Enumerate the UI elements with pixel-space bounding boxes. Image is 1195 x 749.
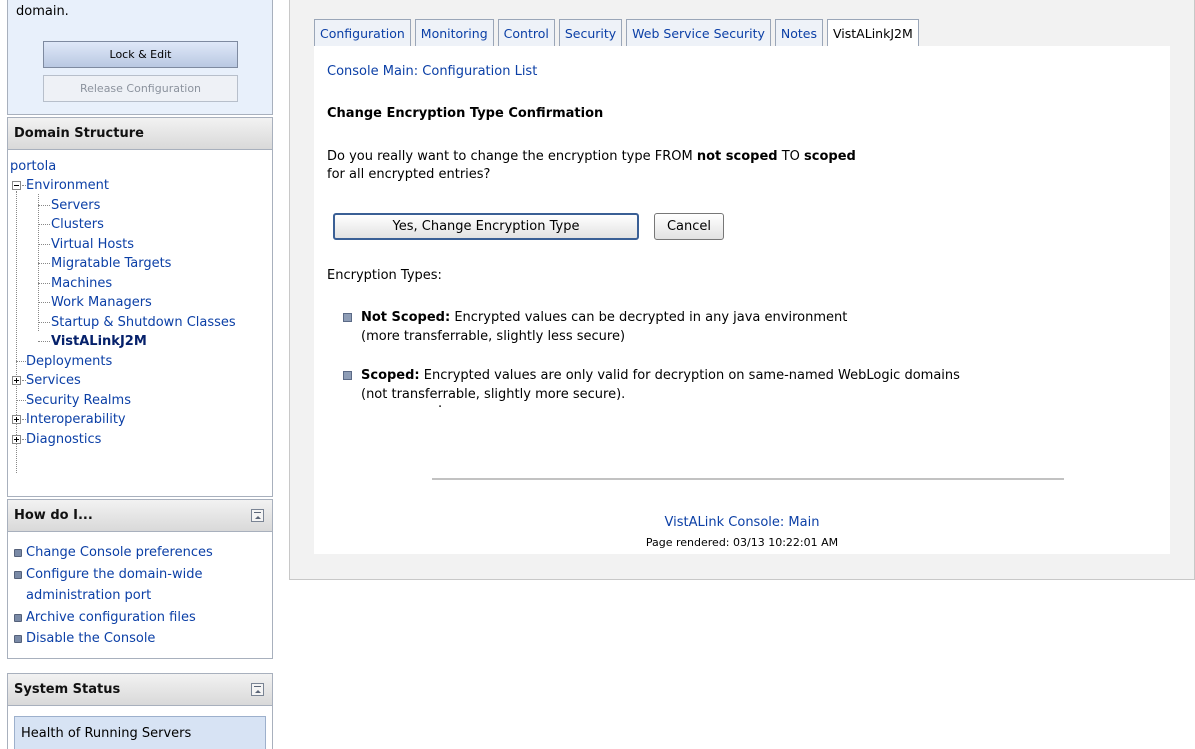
breadcrumb-link[interactable]: Console Main: Configuration List: [327, 64, 537, 79]
tree-item-servers[interactable]: Servers: [51, 198, 100, 214]
tree-connector: [38, 205, 50, 206]
collapse-system-status-icon[interactable]: [251, 683, 264, 696]
sidebar: domain. Lock & Edit Release Configuratio…: [7, 0, 273, 749]
vistalink-console-main-link: VistALink Console: Main: [314, 515, 1170, 530]
release-configuration-button[interactable]: Release Configuration: [43, 75, 238, 102]
main-area: Configuration Monitoring Control Securit…: [289, 0, 1195, 580]
tree-connector: [38, 302, 50, 303]
question-text: Do you really want to change the encrypt…: [327, 149, 697, 164]
not-scoped-note: (more transferrable, slightly less secur…: [361, 329, 626, 344]
system-status-title: System Status: [14, 682, 121, 697]
expand-diagnostics-icon[interactable]: [12, 435, 21, 444]
tree-item-startup-shutdown-classes[interactable]: Startup & Shutdown Classes: [51, 315, 236, 331]
tab-notes[interactable]: Notes: [774, 19, 824, 46]
collapse-how-do-i-icon[interactable]: [251, 509, 264, 522]
question-to: scoped: [804, 149, 856, 164]
how-do-i-link-label: Configure the domain-wide: [26, 566, 203, 582]
cancel-button[interactable]: Cancel: [654, 213, 724, 240]
footer-link-text[interactable]: VistALink Console: Main: [665, 515, 820, 530]
bullet-icon: [14, 549, 22, 557]
scoped-desc: Encrypted values are only valid for decr…: [419, 368, 960, 383]
health-of-running-servers: Health of Running Servers: [14, 716, 266, 749]
bullet-icon: [14, 570, 22, 579]
tree-connector: [38, 224, 50, 225]
bullet-icon: [14, 613, 22, 622]
tree-item-migratable-targets[interactable]: Migratable Targets: [51, 256, 171, 272]
domain-tree: portola Environment Servers Clusters Vir…: [8, 150, 272, 496]
domain-structure-header: Domain Structure: [8, 118, 272, 150]
tab-control[interactable]: Control: [497, 19, 555, 46]
tree-item-clusters[interactable]: Clusters: [51, 217, 104, 233]
tree-connector: [38, 341, 50, 342]
how-do-i-list: Change Console preferences Configure the…: [8, 532, 272, 650]
how-do-i-panel: How do I... Change Console preferences C…: [7, 499, 273, 659]
how-do-i-link-archive-config[interactable]: Archive configuration files: [14, 607, 272, 629]
not-scoped-term: Not Scoped:: [361, 310, 451, 325]
domain-structure-panel: Domain Structure portola Environment Ser…: [7, 117, 273, 497]
change-center-panel: domain. Lock & Edit Release Configuratio…: [7, 0, 273, 115]
tree-item-deployments[interactable]: Deployments: [26, 354, 112, 370]
tree-item-services[interactable]: Services: [26, 373, 81, 389]
tab-web-service-security[interactable]: Web Service Security: [626, 19, 771, 46]
page-rendered-timestamp: Page rendered: 03/13 10:22:01 AM: [645, 536, 839, 549]
tree-connector: [16, 361, 26, 362]
expand-services-icon[interactable]: [12, 376, 21, 385]
content-panel: Console Main: Configuration List Change …: [314, 46, 1170, 554]
how-do-i-link-label: Change Console preferences: [26, 545, 213, 560]
how-do-i-link-disable-console[interactable]: Disable the Console: [14, 628, 272, 650]
question-mid: TO: [777, 149, 805, 164]
tree-connector: [38, 322, 50, 323]
expand-interoperability-icon[interactable]: [12, 415, 21, 424]
scoped-item: Scoped: Encrypted values are only valid …: [343, 366, 960, 404]
tree-connector: [16, 191, 17, 473]
tree-item-security-realms[interactable]: Security Realms: [26, 393, 131, 409]
how-do-i-link-admin-port[interactable]: Configure the domain-wide administration…: [14, 564, 272, 607]
tree-connector: [38, 283, 50, 284]
tree-item-machines[interactable]: Machines: [51, 276, 112, 292]
tab-bar: Configuration Monitoring Control Securit…: [314, 19, 919, 47]
change-center-text: domain.: [16, 4, 69, 19]
system-status-panel: System Status Health of Running Servers: [7, 673, 273, 749]
how-do-i-link-label: Archive configuration files: [26, 609, 196, 625]
system-status-header: System Status: [8, 674, 272, 706]
tab-vistalinkj2m[interactable]: VistALinkJ2M: [827, 19, 919, 47]
bullet-icon: [14, 635, 22, 643]
tree-item-work-managers[interactable]: Work Managers: [51, 295, 152, 311]
yes-change-encryption-button[interactable]: Yes, Change Encryption Type: [333, 213, 639, 240]
tree-item-virtual-hosts[interactable]: Virtual Hosts: [51, 237, 134, 253]
how-do-i-header: How do I...: [8, 500, 272, 532]
tree-connector: [38, 263, 50, 264]
question-line2: for all encrypted entries?: [327, 167, 491, 182]
page-title: Change Encryption Type Confirmation: [327, 106, 604, 121]
not-scoped-desc: Encrypted values can be decrypted in any…: [450, 310, 848, 325]
collapse-environment-icon[interactable]: [12, 181, 21, 190]
how-do-i-link-label: administration port: [26, 588, 152, 603]
question-from: not scoped: [696, 149, 778, 164]
divider: [432, 478, 1064, 480]
how-do-i-link-console-preferences[interactable]: Change Console preferences: [14, 542, 272, 564]
bullet-icon: [343, 371, 352, 380]
scoped-term: Scoped:: [361, 368, 420, 383]
bullet-icon: [343, 313, 352, 322]
tree-item-diagnostics[interactable]: Diagnostics: [26, 432, 101, 448]
tree-item-interoperability[interactable]: Interoperability: [26, 412, 126, 428]
tab-security[interactable]: Security: [558, 19, 623, 46]
tree-connector: [38, 244, 50, 245]
encryption-types-label: Encryption Types:: [327, 268, 442, 283]
lock-edit-button[interactable]: Lock & Edit: [43, 41, 238, 68]
tree-connector: [16, 400, 26, 401]
tree-item-vistalinkj2m[interactable]: VistALinkJ2M: [51, 334, 147, 350]
scoped-note: (not transferrable, slightly more secure…: [361, 387, 626, 402]
tree-item-portola[interactable]: portola: [10, 159, 56, 175]
confirmation-question: Do you really want to change the encrypt…: [327, 148, 856, 184]
how-do-i-title: How do I...: [14, 508, 93, 523]
tree-item-environment[interactable]: Environment: [26, 178, 109, 194]
how-do-i-link-label: Disable the Console: [26, 631, 156, 646]
tab-configuration[interactable]: Configuration: [314, 19, 411, 46]
not-scoped-item: Not Scoped: Encrypted values can be decr…: [343, 308, 847, 346]
tab-monitoring[interactable]: Monitoring: [414, 19, 494, 46]
